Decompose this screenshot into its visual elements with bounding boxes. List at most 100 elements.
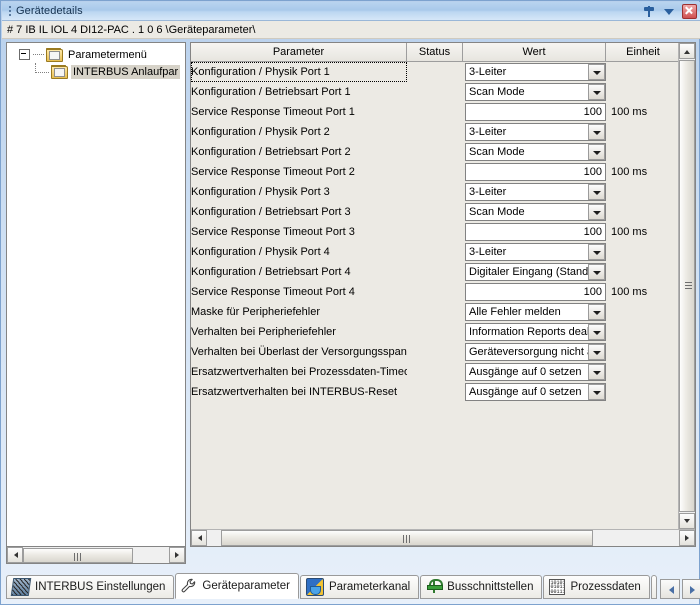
chevron-down-icon[interactable] xyxy=(588,124,605,140)
value-number-input[interactable]: 100 xyxy=(465,103,606,121)
value-dropdown[interactable]: 3-Leiter xyxy=(465,123,606,141)
grid-row[interactable]: Service Response Timeout Port 3100100 ms xyxy=(191,222,680,242)
grid-row[interactable]: Konfiguration / Physik Port 1 3-Leiter xyxy=(191,62,680,82)
value-dropdown[interactable]: Information Reports deaktiviert xyxy=(465,323,606,341)
number-input-value: 100 xyxy=(584,166,602,178)
column-header-einheit[interactable]: Einheit xyxy=(606,43,680,62)
grid-scroll-up-button[interactable] xyxy=(679,43,695,59)
value-dropdown[interactable]: 3-Leiter xyxy=(465,183,606,201)
chevron-down-icon[interactable] xyxy=(588,144,605,160)
parameter-tree-panel[interactable]: ParametermenüINTERBUS Anlaufpar xyxy=(6,42,186,547)
grid-row[interactable]: Konfiguration / Physik Port 43-Leiter xyxy=(191,242,680,262)
column-header-wert[interactable]: Wert xyxy=(463,43,606,62)
grid-row[interactable]: Service Response Timeout Port 4100100 ms xyxy=(191,282,680,302)
value-number-input[interactable]: 100 xyxy=(465,223,606,241)
grid-row[interactable]: Konfiguration / Betriebsart Port 1Scan M… xyxy=(191,82,680,102)
chevron-down-icon[interactable] xyxy=(662,5,676,19)
cell-parameter-name: Konfiguration / Physik Port 1 xyxy=(191,62,407,82)
tree-item-1[interactable]: INTERBUS Anlaufpar xyxy=(7,63,185,80)
value-dropdown[interactable]: Scan Mode xyxy=(465,143,606,161)
dropdown-selected-value: Scan Mode xyxy=(466,84,588,100)
cell-unit xyxy=(606,82,680,102)
cell-value: Ausgänge auf 0 setzen xyxy=(463,362,606,382)
chevron-down-icon[interactable] xyxy=(588,244,605,260)
grid-row[interactable]: Konfiguration / Betriebsart Port 3Scan M… xyxy=(191,202,680,222)
chevron-down-icon[interactable] xyxy=(588,64,605,80)
unit-label: 100 ms xyxy=(611,106,647,118)
tab-busschnittstellen[interactable]: Busschnittstellen xyxy=(420,575,542,599)
grid-horizontal-scroll-thumb[interactable] xyxy=(221,530,593,546)
chevron-down-icon[interactable] xyxy=(588,204,605,220)
tab-parameterkanal[interactable]: Parameterkanal xyxy=(300,575,419,599)
grid-scroll-track[interactable] xyxy=(207,530,679,546)
chevron-down-icon[interactable] xyxy=(588,344,605,360)
value-dropdown[interactable]: Scan Mode xyxy=(465,83,606,101)
chevron-down-icon[interactable] xyxy=(588,384,605,400)
grid-scroll-down-button[interactable] xyxy=(679,513,695,529)
grid-row[interactable]: Service Response Timeout Port 1 100 100 ms xyxy=(191,102,680,122)
cell-status xyxy=(407,102,463,122)
tab-overflow-partial[interactable] xyxy=(651,575,657,599)
pin-icon[interactable] xyxy=(642,5,656,19)
grid-scroll-left-button[interactable] xyxy=(191,530,207,546)
cell-unit: 100 ms xyxy=(606,222,680,242)
grid-row[interactable]: Konfiguration / Physik Port 23-Leiter xyxy=(191,122,680,142)
chevron-down-icon[interactable] xyxy=(588,264,605,280)
grid-row[interactable]: Ersatzwertverhalten bei Prozessdaten-Tim… xyxy=(191,362,680,382)
chevron-down-icon[interactable] xyxy=(588,364,605,380)
grid-row[interactable]: Konfiguration / Betriebsart Port 2Scan M… xyxy=(191,142,680,162)
grid-vertical-scrollbar[interactable] xyxy=(678,43,695,529)
tab-label: Prozessdaten xyxy=(570,580,640,594)
number-input-value: 100 xyxy=(584,226,602,238)
chevron-down-icon[interactable] xyxy=(588,324,605,340)
column-header-status[interactable]: Status xyxy=(407,43,463,62)
tab-label: INTERBUS Einstellungen xyxy=(35,580,165,594)
tree-scroll-left-button[interactable] xyxy=(7,547,23,563)
tree-horizontal-scrollbar[interactable] xyxy=(6,547,186,564)
drag-grip-icon[interactable] xyxy=(6,5,14,18)
grid-row[interactable]: Service Response Timeout Port 2100100 ms xyxy=(191,162,680,182)
close-icon[interactable] xyxy=(682,4,697,19)
grid-row[interactable]: Ersatzwertverhalten bei INTERBUS-ResetAu… xyxy=(191,382,680,402)
chevron-down-icon[interactable] xyxy=(588,84,605,100)
value-dropdown[interactable]: Scan Mode xyxy=(465,203,606,221)
cell-parameter-name: Maske für Peripheriefehler xyxy=(191,302,407,322)
tree-collapse-icon[interactable] xyxy=(19,49,30,60)
tree-scroll-track[interactable] xyxy=(23,548,169,563)
prev-tab-arrow[interactable] xyxy=(660,579,680,599)
grid-row[interactable]: Konfiguration / Betriebsart Port 4Digita… xyxy=(191,262,680,282)
cell-status xyxy=(407,322,463,342)
value-dropdown[interactable]: 3-Leiter xyxy=(465,243,606,261)
cell-status xyxy=(407,362,463,382)
chevron-down-icon[interactable] xyxy=(588,184,605,200)
tab-ger-teparameter[interactable]: Geräteparameter xyxy=(175,573,299,599)
grid-horizontal-scrollbar[interactable] xyxy=(191,529,695,546)
chevron-down-icon[interactable] xyxy=(588,304,605,320)
next-tab-arrow[interactable] xyxy=(682,579,700,599)
grid-vertical-scroll-thumb[interactable] xyxy=(679,60,695,512)
value-dropdown[interactable]: 3-Leiter xyxy=(465,63,606,81)
grid-row[interactable]: Verhalten bei Überlast der Versorgungssp… xyxy=(191,342,680,362)
tree-scroll-thumb[interactable] xyxy=(23,548,133,563)
grid-row[interactable]: Maske für Peripheriefehler Alle Fehler me… xyxy=(191,302,680,322)
tree-connector-line xyxy=(33,54,44,56)
tab-prozessdaten[interactable]: 101010101100111Prozessdaten xyxy=(543,575,649,599)
grid-row[interactable]: Konfiguration / Physik Port 33-Leiter xyxy=(191,182,680,202)
column-header-parameter[interactable]: Parameter xyxy=(191,43,407,62)
value-number-input[interactable]: 100 xyxy=(465,283,606,301)
cell-parameter-name: Service Response Timeout Port 1 xyxy=(191,102,407,122)
value-dropdown[interactable]: Alle Fehler melden xyxy=(465,303,606,321)
cell-parameter-name: Verhalten bei Überlast der Versorgungssp… xyxy=(191,342,407,362)
tab-interbus-einstellungen[interactable]: INTERBUS Einstellungen xyxy=(6,575,174,599)
tree-scroll-right-button[interactable] xyxy=(169,547,185,563)
value-dropdown[interactable]: Digitaler Eingang (Standard) xyxy=(465,263,606,281)
value-dropdown[interactable]: Ausgänge auf 0 setzen xyxy=(465,363,606,381)
grid-row[interactable]: Verhalten bei PeripheriefehlerInformatio… xyxy=(191,322,680,342)
value-dropdown[interactable]: Geräteversorgung nicht abschalten xyxy=(465,343,606,361)
parameter-channel-icon xyxy=(306,578,324,596)
value-number-input[interactable]: 100 xyxy=(465,163,606,181)
tree-item-0[interactable]: Parametermenü xyxy=(7,46,185,63)
value-dropdown[interactable]: Ausgänge auf 0 setzen xyxy=(465,383,606,401)
grid-scroll-right-button[interactable] xyxy=(679,530,695,546)
parameter-label: Service Response Timeout Port 4 xyxy=(191,286,355,298)
